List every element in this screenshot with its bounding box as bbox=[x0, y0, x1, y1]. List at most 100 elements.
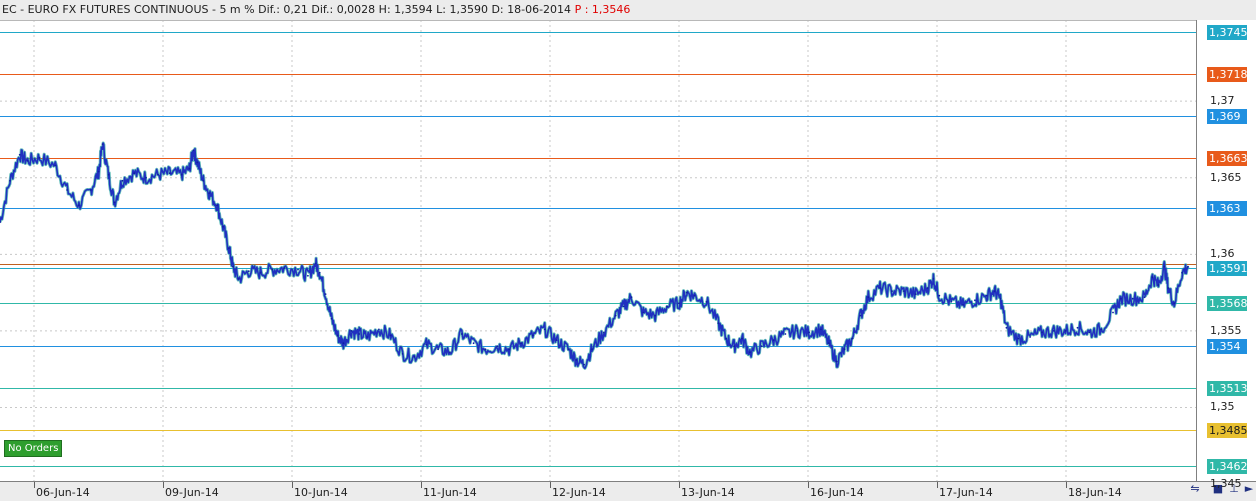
price-point bbox=[271, 268, 274, 271]
price-point bbox=[531, 334, 534, 337]
price-point bbox=[622, 305, 625, 308]
level-tag: 1,363 bbox=[1207, 201, 1247, 217]
price-point bbox=[336, 334, 339, 337]
chart-style-icon[interactable]: ⇋ bbox=[1188, 482, 1202, 496]
level-tag: 1,3485 bbox=[1207, 423, 1248, 439]
price-point bbox=[196, 161, 199, 164]
x-tick-mark bbox=[679, 482, 680, 488]
price-point bbox=[237, 277, 240, 280]
price-series-shadow bbox=[0, 141, 1190, 370]
price-point bbox=[772, 339, 775, 341]
price-point bbox=[1041, 331, 1043, 334]
y-tick-label: 1,35 bbox=[1210, 400, 1235, 414]
y-tick-label: 1,37 bbox=[1210, 94, 1235, 108]
no-orders-badge: No Orders bbox=[4, 440, 63, 457]
price-point bbox=[705, 300, 708, 303]
level-tag: 1,3663 bbox=[1207, 150, 1248, 166]
price-point bbox=[678, 302, 680, 305]
price-point bbox=[1163, 265, 1166, 268]
price-point bbox=[879, 287, 881, 289]
x-tick-label: 13-Jun-14 bbox=[681, 486, 735, 499]
price-point bbox=[891, 290, 893, 292]
price-point bbox=[630, 296, 633, 299]
x-tick-mark bbox=[163, 482, 164, 488]
price-point bbox=[121, 179, 124, 182]
last-price: P : 1,3546 bbox=[574, 3, 631, 16]
price-point bbox=[1181, 271, 1183, 274]
price-point bbox=[1120, 297, 1122, 300]
price-point bbox=[851, 337, 854, 340]
chart-stats: % Dif.: 0,21 Dif.: 0,0028 H: 1,3594 L: 1… bbox=[244, 3, 572, 16]
price-point bbox=[999, 297, 1002, 300]
price-point bbox=[496, 345, 499, 348]
price-point bbox=[192, 149, 195, 152]
price-point bbox=[654, 314, 657, 317]
price-point bbox=[324, 293, 327, 295]
price-point bbox=[725, 337, 728, 340]
scroll-right-icon[interactable]: ► bbox=[1242, 482, 1256, 496]
price-point bbox=[133, 172, 136, 175]
chart-symbol: EC - EURO FX FUTURES CONTINUOUS - 5 m bbox=[2, 3, 241, 16]
price-point bbox=[543, 328, 546, 331]
price-point bbox=[835, 360, 838, 363]
price-point bbox=[1076, 326, 1079, 329]
price-point bbox=[508, 348, 510, 351]
price-point bbox=[460, 333, 463, 335]
price-point bbox=[1187, 265, 1189, 268]
price-point bbox=[583, 363, 585, 366]
price-point bbox=[1088, 331, 1091, 334]
price-point bbox=[437, 348, 439, 351]
price-point bbox=[603, 331, 605, 334]
price-point bbox=[1131, 297, 1134, 300]
x-tick-mark bbox=[550, 482, 551, 488]
price-point bbox=[760, 345, 763, 348]
price-point bbox=[932, 277, 935, 280]
price-point bbox=[938, 294, 941, 297]
price-point bbox=[796, 330, 799, 332]
level-tag: 1,3568 bbox=[1207, 296, 1248, 312]
price-point bbox=[472, 342, 475, 345]
price-point bbox=[484, 348, 487, 351]
price-chart bbox=[0, 20, 1196, 485]
price-point bbox=[330, 317, 333, 320]
price-point bbox=[1052, 330, 1055, 332]
x-tick-mark bbox=[421, 482, 422, 488]
price-point bbox=[820, 328, 822, 331]
price-point bbox=[567, 348, 570, 351]
x-tick-mark bbox=[34, 482, 35, 488]
level-tag: 1,3591 bbox=[1207, 261, 1248, 277]
price-point bbox=[232, 265, 234, 268]
price-point bbox=[642, 311, 645, 314]
price-point bbox=[827, 342, 830, 345]
x-tick-label: 18-Jun-14 bbox=[1068, 486, 1122, 499]
date-axis[interactable]: 06-Jun-14 09-Jun-14 10-Jun-14 11-Jun-14 12-J… bbox=[0, 481, 1256, 501]
price-point bbox=[1005, 326, 1008, 329]
x-tick-mark bbox=[937, 482, 938, 488]
price-point bbox=[78, 204, 80, 207]
chart-title-bar: EC - EURO FX FUTURES CONTINUOUS - 5 m % … bbox=[0, 0, 1256, 21]
price-point bbox=[733, 345, 735, 348]
x-tick-label: 16-Jun-14 bbox=[810, 486, 864, 499]
price-point bbox=[425, 343, 428, 346]
price-point bbox=[342, 342, 345, 345]
price-point bbox=[26, 160, 29, 162]
price-point bbox=[962, 304, 964, 306]
price-point bbox=[1173, 302, 1176, 305]
price-point bbox=[784, 333, 787, 335]
price-point bbox=[749, 351, 751, 354]
price-point bbox=[18, 153, 21, 156]
price-point bbox=[993, 290, 996, 292]
price-point bbox=[389, 334, 392, 337]
price-point bbox=[685, 291, 688, 294]
price-point bbox=[985, 294, 988, 297]
price-point bbox=[188, 167, 191, 170]
price-point bbox=[378, 328, 380, 331]
price-point bbox=[808, 331, 810, 334]
price-point bbox=[1112, 311, 1114, 314]
price-point bbox=[247, 270, 250, 273]
x-tick-label: 10-Jun-14 bbox=[294, 486, 348, 499]
price-point bbox=[9, 179, 11, 182]
price-point bbox=[314, 262, 317, 265]
price-point bbox=[38, 156, 41, 159]
price-point bbox=[1017, 337, 1020, 340]
